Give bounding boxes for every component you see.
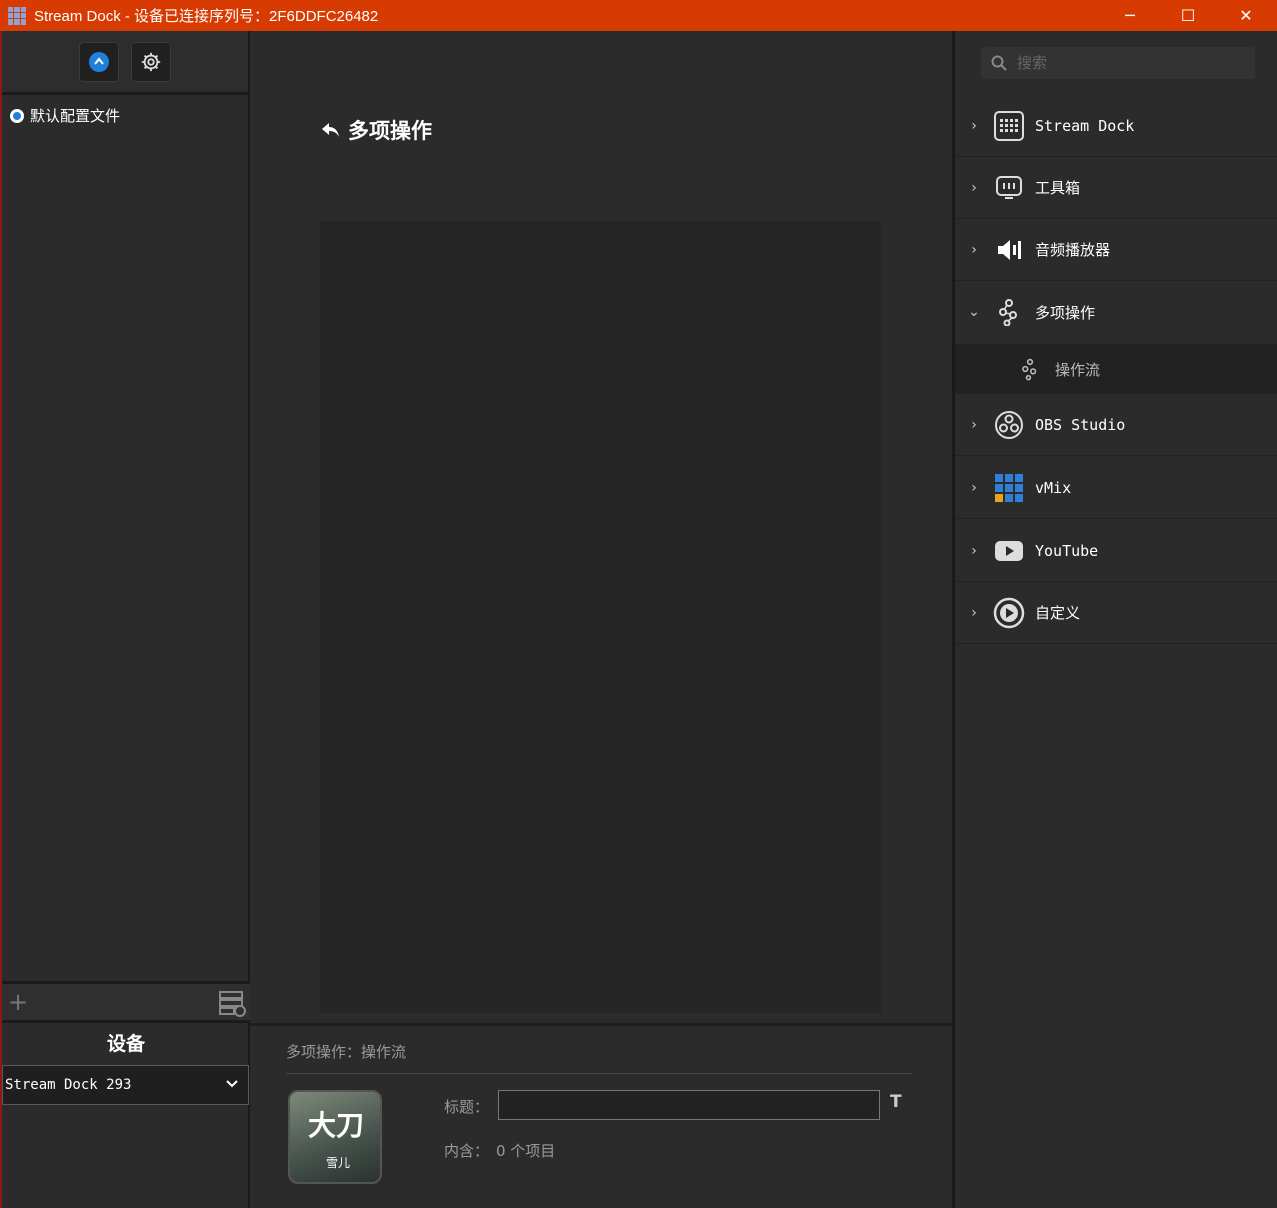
close-button[interactable]: ✕ — [1217, 0, 1275, 31]
flow-icon — [1022, 358, 1037, 381]
obs-icon — [993, 409, 1025, 441]
chevron-down-icon: ⌄ — [968, 304, 980, 320]
chevron-right-icon: › — [971, 416, 977, 433]
search-input[interactable] — [1017, 54, 1237, 72]
profile-label: 默认配置文件 — [30, 107, 121, 125]
chevron-right-icon: › — [971, 179, 977, 196]
category-label: 音频播放器 — [1035, 241, 1111, 259]
page-title: 多项操作 — [348, 119, 432, 143]
main-editor: 多项操作 — [250, 31, 952, 1023]
category-vmix[interactable]: › vMix — [955, 457, 1277, 519]
contains-value: 0 个项目 — [496, 1142, 556, 1160]
action-item-flow[interactable]: 操作流 — [955, 344, 1277, 394]
title-label: 标题： — [444, 1098, 490, 1116]
profile-item-default[interactable]: 默认配置文件 — [2, 95, 248, 136]
title-bar: Stream Dock - 设备已连接序列号：2F6DDFC26482 ─ ☐ … — [0, 0, 1277, 31]
chevron-right-icon: › — [971, 542, 977, 559]
app-icon — [8, 6, 26, 25]
category-stream-dock[interactable]: › Stream Dock — [955, 95, 1277, 157]
category-multi-action[interactable]: ⌄ 多项操作 — [955, 281, 1277, 343]
window-title: Stream Dock - 设备已连接序列号：2F6DDFC26482 — [34, 8, 379, 25]
category-label: vMix — [1035, 478, 1072, 497]
category-label: 自定义 — [1035, 604, 1081, 622]
device-select-value: Stream Dock 293 — [5, 1077, 132, 1093]
youtube-icon — [993, 535, 1025, 567]
title-input[interactable] — [498, 1090, 880, 1120]
store-button[interactable] — [79, 41, 119, 82]
sidebar-toolbar — [2, 31, 248, 95]
chevron-right-icon: › — [971, 479, 977, 496]
key-image-preview[interactable]: 大刀 雪儿 — [288, 1090, 382, 1184]
action-item-label: 操作流 — [1055, 360, 1101, 379]
store-icon — [89, 51, 109, 72]
gear-icon — [141, 52, 161, 71]
category-label: YouTube — [1035, 541, 1099, 560]
category-custom[interactable]: › 自定义 — [955, 582, 1277, 644]
property-inspector: 多项操作：操作流 大刀 雪儿 标题： T 内含： 0 个项目 — [250, 1023, 952, 1208]
chevron-right-icon: › — [971, 604, 977, 621]
search-box[interactable] — [981, 47, 1255, 79]
speaker-icon — [993, 234, 1025, 266]
custom-icon — [993, 597, 1025, 629]
category-audio-player[interactable]: › 音频播放器 — [955, 219, 1277, 281]
inspector-title: 多项操作：操作流 — [286, 1043, 407, 1061]
device-select[interactable]: Stream Dock 293 — [2, 1065, 249, 1105]
profile-manage-icon[interactable] — [218, 989, 246, 1017]
device-heading: 设备 — [106, 1033, 145, 1055]
radio-selected-icon[interactable] — [10, 108, 24, 123]
action-drop-area[interactable] — [320, 221, 882, 1013]
chevron-right-icon: › — [971, 117, 977, 134]
minimize-button[interactable]: ─ — [1101, 0, 1159, 31]
category-toolbox[interactable]: › 工具箱 — [955, 157, 1277, 219]
contains-label: 内含： — [444, 1142, 490, 1160]
thumb-big-text: 大刀 — [308, 1109, 365, 1142]
back-arrow-icon — [322, 123, 339, 137]
thumb-small-text: 雪儿 — [326, 1156, 351, 1170]
vmix-icon — [993, 472, 1025, 504]
profile-toolbar: + — [2, 981, 250, 1023]
category-label: Stream Dock — [1035, 116, 1135, 135]
profile-sidebar: 默认配置文件 + 设备 Stream Dock 293 — [0, 31, 250, 1208]
divider — [286, 1073, 912, 1074]
multi-action-icon — [993, 296, 1025, 328]
category-label: 多项操作 — [1035, 303, 1096, 322]
chevron-down-icon — [226, 1080, 238, 1088]
search-icon — [991, 55, 1007, 71]
category-youtube[interactable]: › YouTube — [955, 520, 1277, 582]
text-style-button[interactable]: T — [890, 1092, 902, 1112]
keypad-icon — [993, 110, 1025, 142]
actions-panel: › Stream Dock › 工具箱 › 音频播放器 — [952, 31, 1277, 1208]
category-label: OBS Studio — [1035, 415, 1126, 434]
chevron-right-icon: › — [971, 241, 977, 258]
category-label: 工具箱 — [1035, 179, 1081, 197]
toolbox-icon — [993, 172, 1025, 204]
settings-button[interactable] — [131, 41, 171, 82]
maximize-button[interactable]: ☐ — [1159, 0, 1217, 31]
back-button[interactable]: 多项操作 — [320, 115, 432, 145]
add-profile-button[interactable]: + — [8, 988, 28, 1016]
category-obs-studio[interactable]: › OBS Studio — [955, 394, 1277, 456]
